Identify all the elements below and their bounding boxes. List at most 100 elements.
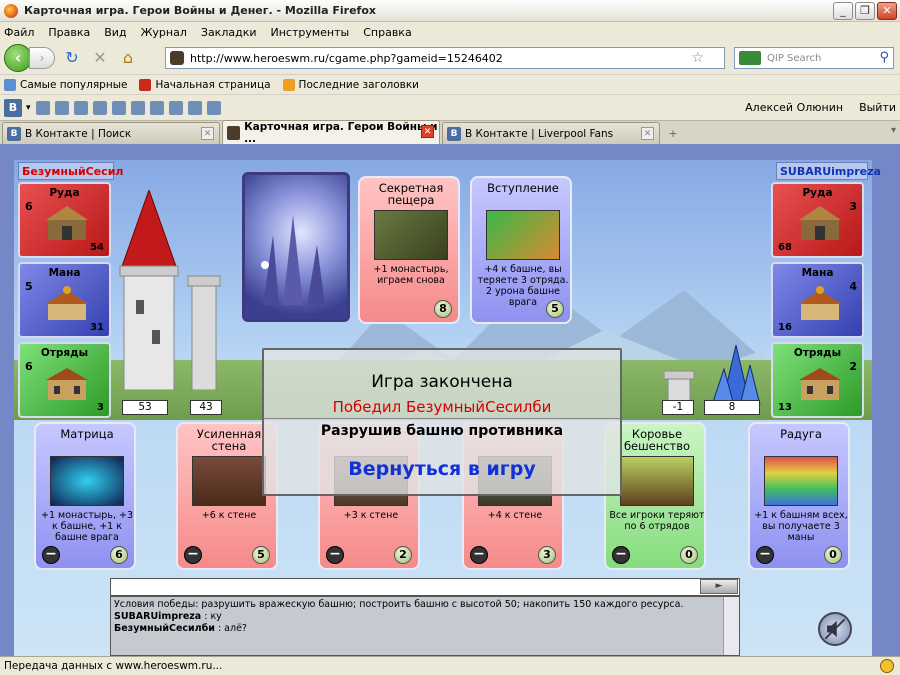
mine-icon — [46, 206, 88, 240]
url-bar[interactable]: http://www.heroeswm.ru/cgame.php?gameid=… — [165, 47, 725, 69]
bookmark-latest-headlines[interactable]: Последние заголовки — [282, 78, 420, 91]
mute-icon — [824, 618, 846, 640]
bookmark-start-page[interactable]: Начальная страница — [139, 78, 271, 91]
gear-icon[interactable] — [187, 100, 202, 115]
discard-button[interactable]: − — [756, 546, 774, 564]
tab-vk-liverpool[interactable]: В В Контакте | Liverpool Fans ✕ — [442, 122, 660, 144]
reload-icon[interactable]: ↻ — [61, 47, 83, 69]
home-icon[interactable] — [73, 100, 88, 115]
tab-vk-search[interactable]: В В Контакте | Поиск ✕ — [2, 122, 220, 144]
magnifier-icon[interactable]: ⚲ — [879, 50, 889, 65]
game-favicon — [227, 125, 241, 140]
resource-amount: 3 — [97, 402, 104, 413]
card-deck[interactable] — [242, 172, 350, 322]
card-cost: 3 — [538, 546, 556, 564]
stop-icon[interactable]: ✕ — [89, 47, 111, 69]
bookmark-label: Начальная страница — [155, 78, 271, 91]
card-cost: 0 — [680, 546, 698, 564]
video-icon[interactable] — [130, 100, 145, 115]
chat-author[interactable]: БезумныйСесилби — [114, 623, 215, 634]
people-icon[interactable] — [54, 100, 69, 115]
chat-author[interactable]: SUBARUimpreza — [114, 611, 201, 622]
home-icon[interactable]: ⌂ — [117, 47, 139, 69]
resource-label: Мана — [48, 267, 81, 279]
search-placeholder: QIP Search — [767, 52, 822, 64]
forward-button[interactable]: › — [29, 47, 55, 69]
chat-input[interactable] — [110, 578, 740, 596]
discard-button[interactable]: − — [326, 546, 344, 564]
menu-tools[interactable]: Инструменты — [271, 26, 350, 39]
chat-message: Условия победы: разрушить вражескую башн… — [114, 599, 684, 610]
return-to-game-link[interactable]: Вернуться в игру — [264, 458, 620, 480]
chat-line: БезумныйСесилби : алё? — [114, 623, 736, 635]
right-player-name: SUBARUimpreza — [776, 162, 881, 180]
game-over-title: Игра закончена — [371, 372, 513, 392]
minimize-button[interactable]: _ — [833, 2, 853, 20]
maximize-button[interactable]: ❐ — [855, 2, 875, 20]
vk-logo[interactable]: В — [4, 98, 22, 117]
smiley-icon[interactable] — [880, 659, 894, 673]
chat-icon[interactable] — [168, 100, 183, 115]
played-card: Вступление +4 к башне, вы теряете 3 отря… — [470, 176, 572, 324]
tab-label: В Контакте | Liverpool Fans — [465, 127, 614, 140]
menu-view[interactable]: Вид — [104, 26, 126, 39]
card-cost: 6 — [110, 546, 128, 564]
tab-close-icon[interactable]: ✕ — [641, 127, 654, 140]
groups-icon[interactable] — [92, 100, 107, 115]
right-tower-height: 8 — [704, 400, 760, 415]
bookmark-most-visited[interactable]: Самые популярные — [4, 78, 128, 91]
close-window-button[interactable]: ✕ — [877, 2, 897, 20]
discard-button[interactable]: − — [612, 546, 630, 564]
site-favicon — [170, 51, 184, 65]
discard-button[interactable]: − — [184, 546, 202, 564]
right-wall-height: -1 — [662, 400, 694, 415]
notes-icon[interactable] — [149, 100, 164, 115]
game-over-dialog: Игра закончена Победил БезумныйСесилби Р… — [262, 348, 622, 496]
card-art — [764, 456, 838, 506]
left-castle-tower — [119, 190, 221, 390]
left-player-name: БезумныйСесил — [18, 162, 123, 180]
card-name: Секретная пещера — [378, 181, 444, 207]
left-troops-panel: Отряды 6 3 — [18, 342, 111, 418]
hand-card[interactable]: Матрица +1 монастырь, +3 к башне, +1 к б… — [34, 422, 136, 570]
music-icon[interactable] — [206, 100, 221, 115]
menu-history[interactable]: Журнал — [141, 26, 187, 39]
photos-icon[interactable] — [111, 100, 126, 115]
tab-close-icon[interactable]: ✕ — [201, 127, 214, 140]
back-button[interactable]: ‹ — [4, 44, 32, 72]
discard-button[interactable]: − — [42, 546, 60, 564]
vk-dropdown-icon[interactable]: ▾ — [26, 103, 31, 113]
tab-list-icon[interactable]: ▾ — [891, 125, 896, 136]
chat-scrollbar[interactable] — [723, 597, 739, 655]
menu-edit[interactable]: Правка — [48, 26, 90, 39]
tab-label: Карточная игра. Герои Войны и ... — [244, 120, 438, 145]
card-description: +4 к стене — [487, 510, 543, 521]
chat-send-button[interactable]: ► — [700, 579, 738, 594]
menu-bookmarks[interactable]: Закладки — [201, 26, 257, 39]
chat-message: : ку — [201, 611, 222, 622]
menu-help[interactable]: Справка — [363, 26, 411, 39]
monastery-icon — [46, 286, 88, 320]
menu-bar: Файл Правка Вид Журнал Закладки Инструме… — [0, 22, 900, 42]
vk-user-name[interactable]: Алексей Олюнин — [745, 101, 843, 114]
menu-file[interactable]: Файл — [4, 26, 34, 39]
tab-card-game[interactable]: Карточная игра. Герои Войны и ... ✕ — [222, 120, 440, 145]
hand-card[interactable]: Радуга +1 к башням всех, вы получаете 3 … — [748, 422, 850, 570]
bookmark-star-icon[interactable]: ☆ — [691, 50, 704, 66]
sound-toggle-icon[interactable] — [818, 612, 852, 646]
chat-line: Условия победы: разрушить вражескую башн… — [114, 599, 736, 611]
search-engine-icon[interactable] — [739, 51, 761, 65]
new-tab-button[interactable]: + — [662, 124, 684, 144]
vk-logout-link[interactable]: Выйти — [859, 101, 896, 114]
search-input[interactable]: QIP Search ⚲ — [734, 47, 894, 69]
tab-close-icon[interactable]: ✕ — [421, 125, 434, 138]
status-text: Передача данных с www.heroeswm.ru... — [4, 660, 223, 672]
bookmark-label: Самые популярные — [20, 78, 128, 91]
bookmark-label: Последние заголовки — [298, 78, 420, 91]
window-title: Карточная игра. Герои Войны и Денег. - M… — [24, 4, 376, 17]
discard-button[interactable]: − — [470, 546, 488, 564]
resource-income: 5 — [25, 280, 33, 293]
mail-icon[interactable] — [35, 100, 50, 115]
left-mana-panel: Мана 5 31 — [18, 262, 111, 338]
tab-label: В Контакте | Поиск — [25, 127, 132, 140]
